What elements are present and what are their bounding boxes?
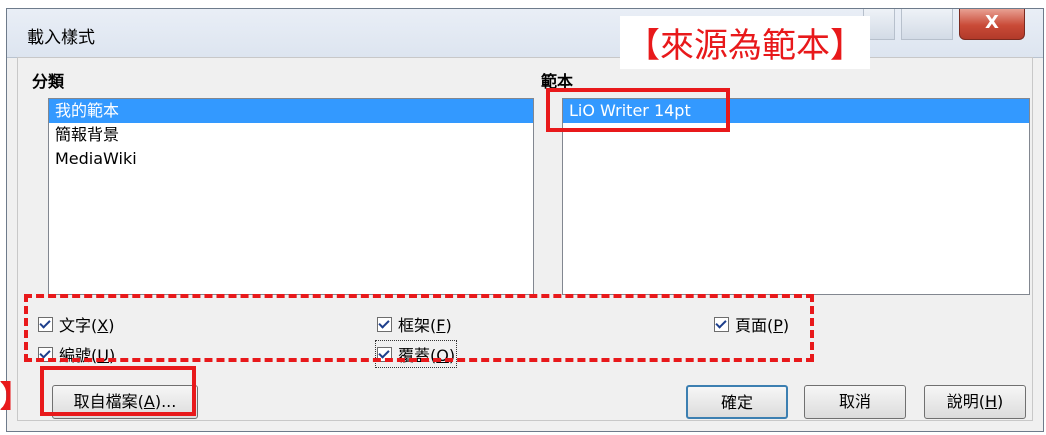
close-icon: X bbox=[985, 12, 999, 33]
cancel-button[interactable]: 取消 bbox=[804, 385, 906, 419]
close-button[interactable]: X bbox=[959, 9, 1025, 40]
annotation-source-is-template: 【來源為範本】 bbox=[620, 16, 870, 69]
ok-button[interactable]: 確定 bbox=[686, 385, 788, 419]
annotation-left-mark: 】 bbox=[0, 380, 30, 415]
annotation-highlight-checkboxes bbox=[24, 294, 814, 362]
category-label: 分類 bbox=[32, 72, 65, 91]
annotation-highlight-template bbox=[546, 88, 730, 132]
category-item-mediawiki[interactable]: MediaWiki bbox=[49, 147, 533, 171]
title-bar-button[interactable] bbox=[901, 9, 953, 40]
help-button[interactable]: 說明(H) bbox=[924, 385, 1026, 419]
annotation-highlight-from-file bbox=[40, 366, 196, 416]
category-list[interactable]: 我的範本 簡報背景 MediaWiki bbox=[48, 98, 534, 295]
title-bar[interactable]: 載入樣式 X bbox=[7, 9, 1043, 58]
category-item-presentation-backgrounds[interactable]: 簡報背景 bbox=[49, 123, 533, 147]
dialog-title: 載入樣式 bbox=[27, 28, 95, 48]
category-item-my-templates[interactable]: 我的範本 bbox=[49, 99, 533, 123]
